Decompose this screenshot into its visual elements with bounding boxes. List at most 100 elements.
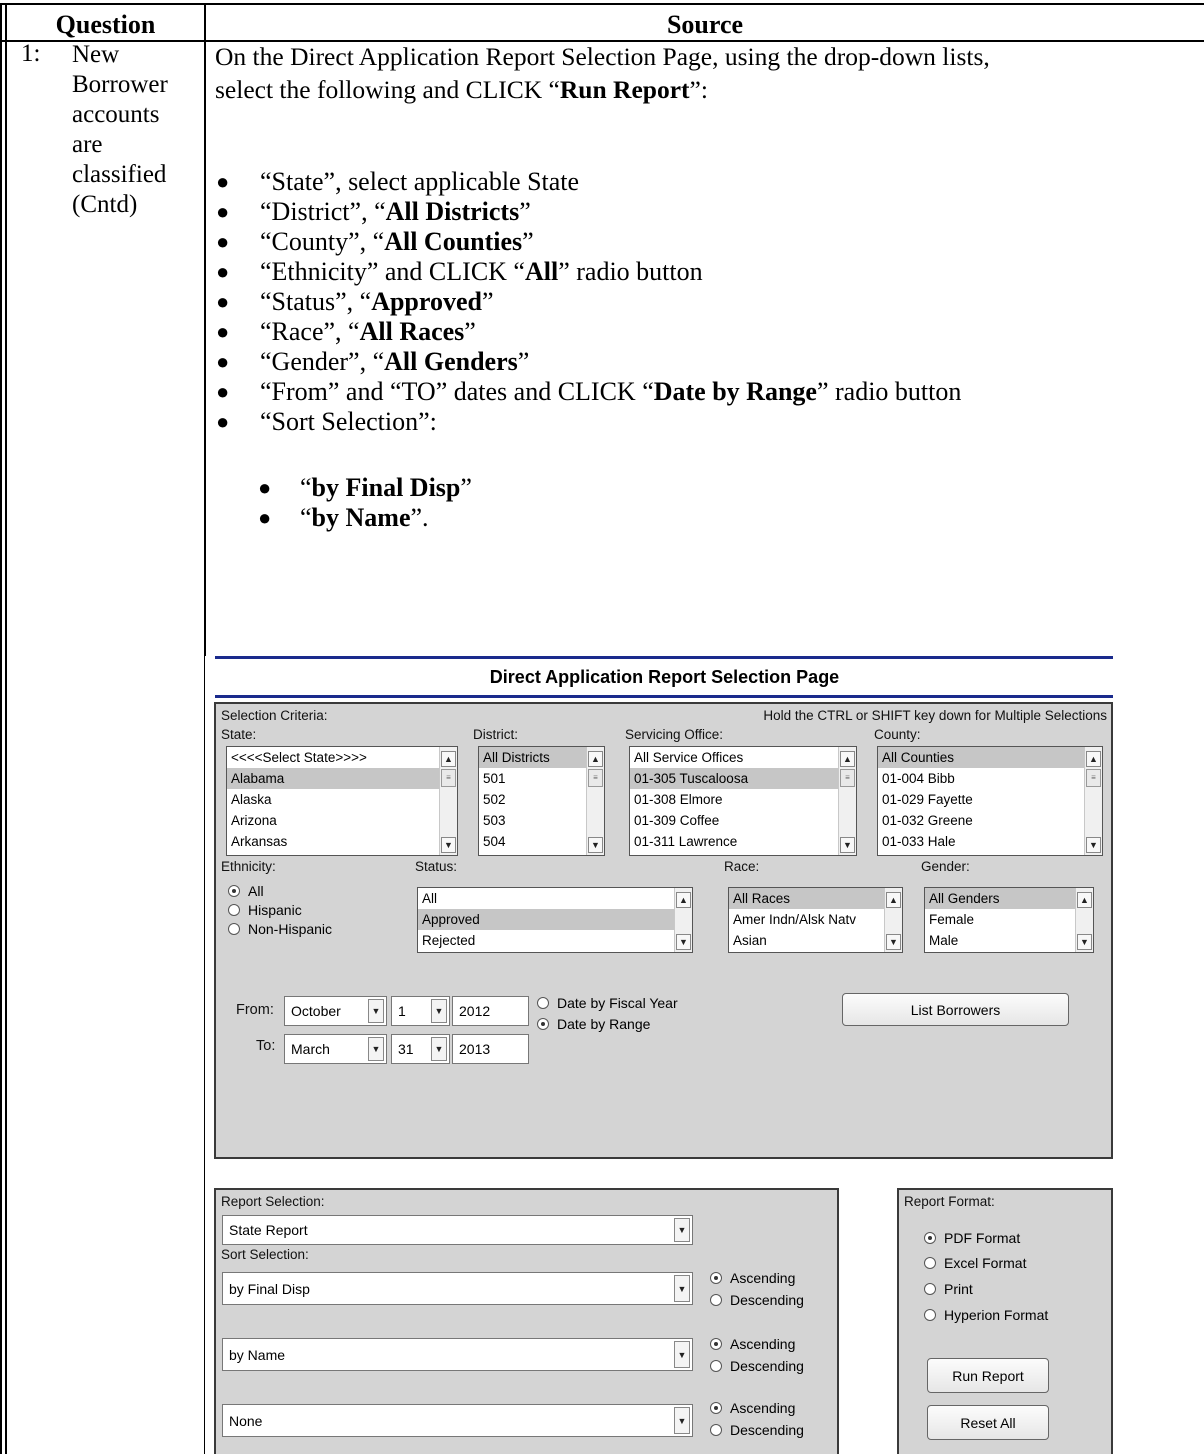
chevron-down-icon[interactable]: ▼	[431, 999, 447, 1023]
sort-3-descending-radio[interactable]: Descending	[710, 1422, 804, 1438]
status-listbox[interactable]: All Approved Rejected ▲ ▼	[417, 887, 693, 953]
list-option[interactable]: Arkansas	[227, 831, 457, 852]
radio-selected-icon[interactable]	[710, 1402, 722, 1414]
radio-icon[interactable]	[228, 904, 240, 916]
list-option[interactable]: All Counties	[878, 747, 1102, 768]
to-month-select[interactable]: March ▼	[284, 1034, 387, 1064]
chevron-down-icon[interactable]: ▼	[674, 1275, 690, 1302]
scroll-down-icon[interactable]: ▼	[1077, 934, 1092, 950]
scroll-up-icon[interactable]: ▲	[1086, 751, 1101, 767]
sort-1-descending-radio[interactable]: Descending	[710, 1292, 804, 1308]
list-option[interactable]: 01-004 Bibb	[878, 768, 1102, 789]
scrollbar[interactable]: ▲ ≡ ▼	[586, 747, 604, 855]
ethnicity-radio-all[interactable]: All	[228, 883, 264, 899]
scroll-down-icon[interactable]: ▼	[886, 934, 901, 950]
scroll-up-icon[interactable]: ▲	[1077, 892, 1092, 908]
scroll-down-icon[interactable]: ▼	[840, 837, 855, 853]
excel-format-radio[interactable]: Excel Format	[924, 1255, 1026, 1271]
scrollbar[interactable]: ▲ ▼	[674, 888, 692, 952]
sort-3-ascending-radio[interactable]: Ascending	[710, 1400, 795, 1416]
list-option[interactable]: All Service Offices	[630, 747, 856, 768]
list-option[interactable]: Rejected	[418, 930, 692, 951]
radio-selected-icon[interactable]	[228, 885, 240, 897]
scroll-down-icon[interactable]: ▼	[676, 934, 691, 950]
radio-icon[interactable]	[710, 1360, 722, 1372]
scrollbar[interactable]: ▲ ▼	[884, 888, 902, 952]
chevron-down-icon[interactable]: ▼	[431, 1037, 447, 1061]
scroll-thumb[interactable]: ≡	[588, 769, 603, 787]
list-option[interactable]: 01-032 Greene	[878, 810, 1102, 831]
scrollbar[interactable]: ▲ ≡ ▼	[1084, 747, 1102, 855]
radio-icon[interactable]	[924, 1309, 936, 1321]
sort-2-ascending-radio[interactable]: Ascending	[710, 1336, 795, 1352]
radio-icon[interactable]	[924, 1283, 936, 1295]
radio-selected-icon[interactable]	[924, 1232, 936, 1244]
list-option[interactable]: 01-033 Hale	[878, 831, 1102, 852]
list-option[interactable]: All Genders	[925, 888, 1093, 909]
reset-all-button[interactable]: Reset All	[927, 1405, 1049, 1440]
scrollbar[interactable]: ▲ ≡ ▼	[439, 747, 457, 855]
list-option[interactable]: 01-029 Fayette	[878, 789, 1102, 810]
list-option[interactable]: Male	[925, 930, 1093, 951]
run-report-button[interactable]: Run Report	[927, 1358, 1049, 1393]
radio-icon[interactable]	[710, 1294, 722, 1306]
ethnicity-radio-hispanic[interactable]: Hispanic	[228, 902, 302, 918]
race-listbox[interactable]: All Races Amer Indn/Alsk Natv Asian ▲ ▼	[728, 887, 903, 953]
chevron-down-icon[interactable]: ▼	[674, 1341, 690, 1368]
scroll-thumb[interactable]: ≡	[441, 769, 456, 787]
list-option[interactable]: Asian	[729, 930, 902, 951]
radio-selected-icon[interactable]	[537, 1018, 549, 1030]
list-option[interactable]: 01-311 Lawrence	[630, 831, 856, 852]
date-by-fiscal-year-radio[interactable]: Date by Fiscal Year	[537, 995, 678, 1011]
list-option[interactable]: Approved	[418, 909, 692, 930]
list-option[interactable]: 01-308 Elmore	[630, 789, 856, 810]
district-listbox[interactable]: All Districts 501 502 503 504 ▲ ≡ ▼	[478, 746, 605, 856]
list-borrowers-button[interactable]: List Borrowers	[842, 993, 1069, 1026]
state-listbox[interactable]: <<<<Select State>>>> Alabama Alaska Ariz…	[226, 746, 458, 856]
chevron-down-icon[interactable]: ▼	[674, 1407, 690, 1434]
gender-listbox[interactable]: All Genders Female Male ▲ ▼	[924, 887, 1094, 953]
ethnicity-radio-non-hispanic[interactable]: Non-Hispanic	[228, 921, 332, 937]
from-year-field[interactable]: 2012	[452, 996, 529, 1026]
list-option[interactable]: 01-305 Tuscaloosa	[630, 768, 856, 789]
hyperion-format-radio[interactable]: Hyperion Format	[924, 1307, 1048, 1323]
scrollbar[interactable]: ▲ ≡ ▼	[838, 747, 856, 855]
radio-icon[interactable]	[924, 1257, 936, 1269]
scroll-up-icon[interactable]: ▲	[886, 892, 901, 908]
scroll-up-icon[interactable]: ▲	[840, 751, 855, 767]
chevron-down-icon[interactable]: ▼	[368, 999, 384, 1023]
list-option[interactable]: Female	[925, 909, 1093, 930]
print-format-radio[interactable]: Print	[924, 1281, 973, 1297]
list-option[interactable]: <<<<Select State>>>>	[227, 747, 457, 768]
scroll-up-icon[interactable]: ▲	[441, 751, 456, 767]
to-year-field[interactable]: 2013	[452, 1034, 529, 1064]
sort-selection-2-select[interactable]: by Name ▼	[222, 1338, 693, 1371]
sort-2-descending-radio[interactable]: Descending	[710, 1358, 804, 1374]
list-option[interactable]: All Races	[729, 888, 902, 909]
chevron-down-icon[interactable]: ▼	[368, 1037, 384, 1061]
scroll-down-icon[interactable]: ▼	[588, 837, 603, 853]
pdf-format-radio[interactable]: PDF Format	[924, 1230, 1020, 1246]
scroll-thumb[interactable]: ≡	[1086, 769, 1101, 787]
servicing-office-listbox[interactable]: All Service Offices 01-305 Tuscaloosa 01…	[629, 746, 857, 856]
date-by-range-radio[interactable]: Date by Range	[537, 1016, 650, 1032]
sort-selection-3-select[interactable]: None ▼	[222, 1404, 693, 1437]
from-day-select[interactable]: 1 ▼	[391, 996, 450, 1026]
scrollbar[interactable]: ▲ ▼	[1075, 888, 1093, 952]
to-day-select[interactable]: 31 ▼	[391, 1034, 450, 1064]
list-option[interactable]: Arizona	[227, 810, 457, 831]
radio-icon[interactable]	[710, 1424, 722, 1436]
radio-icon[interactable]	[537, 997, 549, 1009]
scroll-up-icon[interactable]: ▲	[588, 751, 603, 767]
county-listbox[interactable]: All Counties 01-004 Bibb 01-029 Fayette …	[877, 746, 1103, 856]
scroll-thumb[interactable]: ≡	[840, 769, 855, 787]
list-option[interactable]: Amer Indn/Alsk Natv	[729, 909, 902, 930]
chevron-down-icon[interactable]: ▼	[674, 1218, 690, 1242]
list-option[interactable]: 01-309 Coffee	[630, 810, 856, 831]
report-selection-select[interactable]: State Report ▼	[222, 1215, 693, 1245]
scroll-down-icon[interactable]: ▼	[441, 837, 456, 853]
from-month-select[interactable]: October ▼	[284, 996, 387, 1026]
radio-selected-icon[interactable]	[710, 1338, 722, 1350]
list-option[interactable]: Alaska	[227, 789, 457, 810]
scroll-up-icon[interactable]: ▲	[676, 892, 691, 908]
